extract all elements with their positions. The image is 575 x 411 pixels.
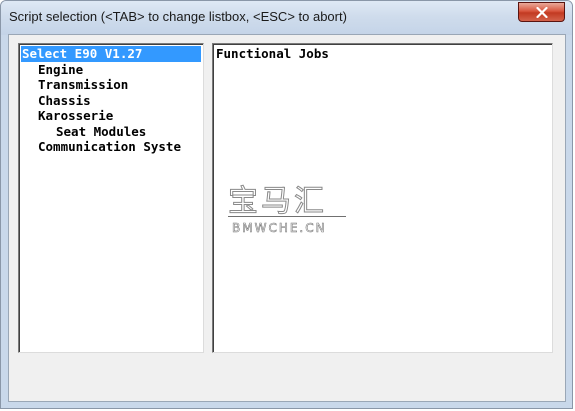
watermark: 宝马汇 BMWCHE.CN — [216, 176, 356, 246]
list-item-seat-modules[interactable]: Seat Modules — [21, 124, 201, 140]
close-button[interactable] — [518, 2, 565, 22]
list-item-transmission[interactable]: Transmission — [21, 77, 201, 93]
close-icon — [535, 6, 548, 18]
script-selection-window: Script selection (<TAB> to change listbo… — [0, 0, 573, 409]
script-tree-listbox[interactable]: Select E90 V1.27 Engine Transmission Cha… — [18, 43, 204, 353]
list-item-karosserie[interactable]: Karosserie — [21, 108, 201, 124]
list-item-functional-jobs[interactable]: Functional Jobs — [215, 46, 550, 62]
watermark-divider — [228, 216, 346, 217]
watermark-latin-text: BMWCHE.CN — [232, 221, 327, 236]
list-item-communication-systems[interactable]: Communication Syste — [21, 139, 201, 155]
watermark-chinese-text: 宝马汇 — [228, 184, 327, 220]
list-item-engine[interactable]: Engine — [21, 62, 201, 78]
title-bar[interactable]: Script selection (<TAB> to change listbo… — [1, 1, 572, 35]
window-title: Script selection (<TAB> to change listbo… — [9, 9, 347, 24]
list-item-chassis[interactable]: Chassis — [21, 93, 201, 109]
jobs-list: Functional Jobs — [215, 46, 550, 62]
list-item-select-e90[interactable]: Select E90 V1.27 — [21, 46, 201, 62]
script-tree-list: Select E90 V1.27 Engine Transmission Cha… — [21, 46, 201, 155]
